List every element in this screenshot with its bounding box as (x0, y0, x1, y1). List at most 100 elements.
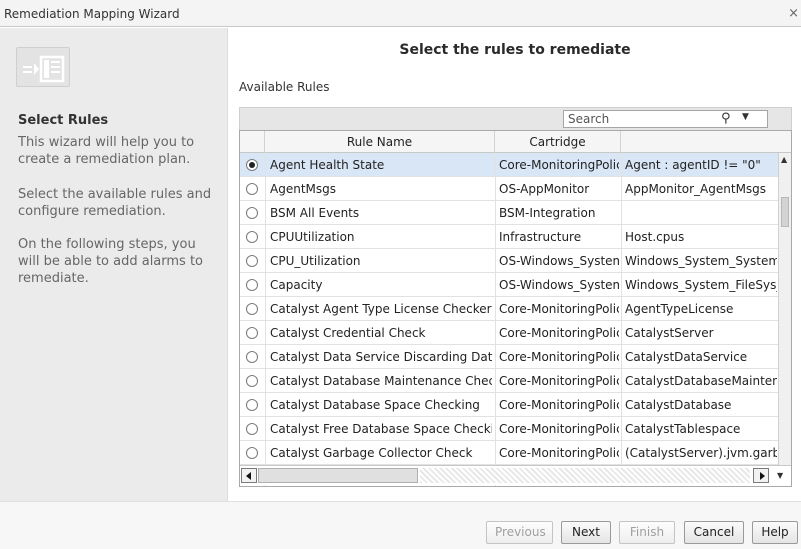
column-header-cartridge[interactable]: Cartridge (495, 131, 621, 153)
title-bar: Remediation Mapping Wizard × (0, 0, 801, 27)
row-select-radio[interactable] (246, 231, 258, 243)
cartridge-cell: OS-Windows_System (499, 254, 619, 268)
table-row[interactable]: BSM All Events BSM-Integration (240, 201, 778, 225)
wizard-step-icon (16, 47, 70, 87)
cartridge-cell: Core-MonitoringPolicy (499, 422, 619, 436)
table-row[interactable]: Capacity OS-Windows_System Windows_System_… (240, 273, 778, 297)
search-icon[interactable]: ⚲ (721, 111, 731, 126)
step-description-2: Select the available rules and configure… (18, 187, 212, 219)
condition-cell: CatalystDatabase (625, 398, 732, 412)
step-title: Select Rules (18, 113, 109, 128)
rule-name-cell: Capacity (270, 278, 323, 292)
condition-cell: CatalystTablespace (625, 422, 741, 436)
column-divider (621, 153, 622, 486)
search-input[interactable]: Search ⚲ ▼ (563, 110, 768, 128)
vertical-scroll-thumb[interactable] (781, 197, 789, 227)
rule-name-cell: CPU_Utilization (270, 254, 361, 268)
table-row[interactable]: Catalyst Agent Type License Checker Core-… (240, 297, 778, 321)
row-select-radio[interactable] (246, 399, 258, 411)
step-description-1: This wizard will help you to create a re… (18, 135, 195, 167)
window-title: Remediation Mapping Wizard (4, 7, 180, 21)
cartridge-cell: Core-MonitoringPolicy (499, 398, 619, 412)
left-panel: Select Rules This wizard will help you t… (0, 28, 228, 501)
rule-name-cell: Catalyst Credential Check (270, 326, 426, 340)
rule-name-cell: Agent Health State (270, 158, 385, 172)
cartridge-cell: OS-AppMonitor (499, 182, 590, 196)
row-select-radio[interactable] (246, 183, 258, 195)
row-select-radio[interactable] (246, 327, 258, 339)
column-header-rule-name[interactable]: Rule Name (265, 131, 495, 153)
cartridge-cell: Core-MonitoringPolicy (499, 326, 619, 340)
cartridge-cell: Infrastructure (499, 230, 582, 244)
condition-cell: Windows_System_System_ (625, 254, 777, 268)
rule-name-cell: BSM All Events (270, 206, 360, 220)
table-row[interactable]: Catalyst Database Space Checking Core-Mon… (240, 393, 778, 417)
rule-name-cell: Catalyst Garbage Collector Check (270, 446, 473, 460)
column-header-condition[interactable] (621, 131, 791, 153)
row-select-radio[interactable] (246, 279, 258, 291)
rule-name-cell: Catalyst Database Space Checking (270, 398, 480, 412)
cartridge-cell: Core-MonitoringPolicy (499, 446, 619, 460)
table-row[interactable]: Catalyst Credential Check Core-Monitoring… (240, 321, 778, 345)
cartridge-cell: Core-MonitoringPolicy (499, 158, 619, 172)
row-select-radio[interactable] (246, 351, 258, 363)
table-row[interactable]: Catalyst Free Database Space Checking Cor… (240, 417, 778, 441)
wizard-footer: Previous Next Finish Cancel Help (0, 501, 801, 549)
table-row[interactable]: CPUUtilization Infrastructure Host.cpus (240, 225, 778, 249)
condition-cell: CatalystServer (625, 326, 714, 340)
table-row[interactable]: Catalyst Database Maintenance Check Core-… (240, 369, 778, 393)
condition-cell: Windows_System_FileSys_ (625, 278, 777, 292)
column-divider (265, 153, 266, 486)
table-row[interactable]: Catalyst Garbage Collector Check Core-Mon… (240, 441, 778, 465)
scroll-right-icon[interactable] (753, 468, 769, 483)
column-divider (495, 153, 496, 486)
condition-cell: Agent : agentID != "0" (625, 158, 761, 172)
row-select-radio[interactable] (246, 207, 258, 219)
condition-cell: AgentTypeLicense (625, 302, 734, 316)
scroll-left-icon[interactable] (241, 468, 257, 483)
horizontal-scroll-track[interactable] (420, 468, 750, 483)
cartridge-cell: Core-MonitoringPolicy (499, 374, 619, 388)
cartridge-cell: BSM-Integration (499, 206, 596, 220)
rule-name-cell: AgentMsgs (270, 182, 336, 196)
row-select-radio[interactable] (246, 447, 258, 459)
horizontal-scroll-thumb[interactable] (258, 468, 418, 483)
rule-name-cell: CPUUtilization (270, 230, 355, 244)
column-header-select (240, 131, 265, 153)
cartridge-cell: OS-Windows_System (499, 278, 619, 292)
cartridge-cell: Core-MonitoringPolicy (499, 350, 619, 364)
condition-cell: CatalystDataService (625, 350, 748, 364)
condition-cell: CatalystDatabaseMaintena (625, 374, 777, 388)
row-select-radio[interactable] (246, 303, 258, 315)
cancel-button[interactable]: Cancel (684, 521, 744, 544)
row-select-radio[interactable] (246, 159, 258, 171)
vertical-scrollbar[interactable]: ▲ (778, 153, 791, 465)
available-rules-label: Available Rules (239, 80, 330, 94)
search-placeholder: Search (568, 112, 610, 126)
rules-table: Rule Name Cartridge Agent Health State Co… (239, 130, 792, 487)
condition-cell: (CatalystServer).jvm.garba (625, 446, 777, 460)
rule-name-cell: Catalyst Database Maintenance Check (270, 374, 492, 388)
table-row[interactable]: Catalyst Data Service Discarding Data Cor… (240, 345, 778, 369)
rule-name-cell: Catalyst Free Database Space Checking (270, 422, 492, 436)
help-button[interactable]: Help (752, 521, 798, 544)
search-options-dropdown-icon[interactable]: ▼ (742, 112, 749, 122)
row-select-radio[interactable] (246, 375, 258, 387)
scroll-down-icon[interactable]: ▼ (777, 471, 783, 480)
condition-cell (625, 201, 777, 225)
table-row[interactable]: CPU_Utilization OS-Windows_System Windows_… (240, 249, 778, 273)
previous-button[interactable]: Previous (486, 521, 553, 544)
row-select-radio[interactable] (246, 255, 258, 267)
next-button[interactable]: Next (561, 521, 611, 544)
step-description-3: On the following steps, you will be able… (18, 237, 204, 286)
close-icon[interactable]: × (788, 6, 799, 21)
finish-button[interactable]: Finish (619, 521, 675, 544)
scroll-up-icon[interactable]: ▲ (781, 155, 787, 164)
table-row[interactable]: Agent Health State Core-MonitoringPolicy A… (240, 153, 778, 177)
page-heading: Select the rules to remediate (399, 42, 631, 58)
table-row[interactable]: AgentMsgs OS-AppMonitor AppMonitor_AgentMs… (240, 177, 778, 201)
horizontal-scrollbar[interactable]: ▼ (240, 465, 791, 485)
row-select-radio[interactable] (246, 423, 258, 435)
cartridge-cell: Core-MonitoringPolicy (499, 302, 619, 316)
rule-name-cell: Catalyst Data Service Discarding Data (270, 350, 492, 364)
